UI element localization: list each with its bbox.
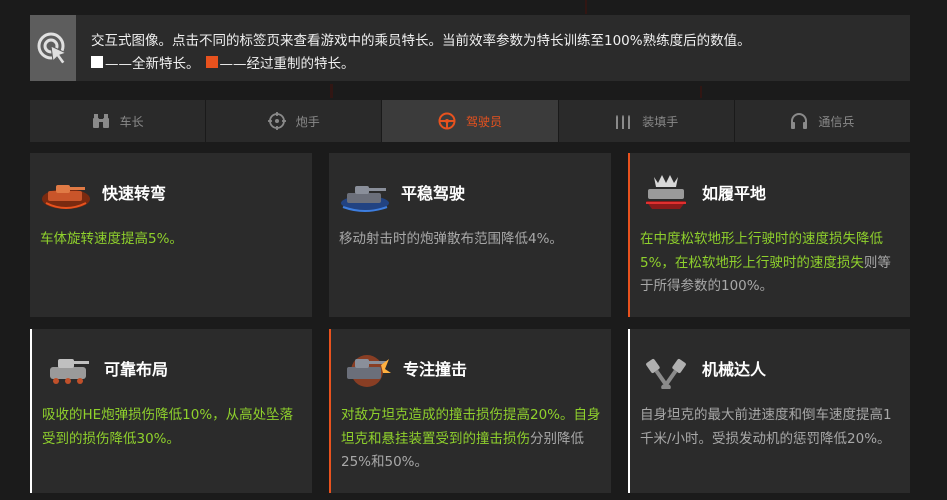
perk-title: 机械达人: [702, 360, 767, 379]
perk-title: 可靠布局: [104, 360, 169, 379]
pistons-icon: [646, 358, 686, 389]
crosshair-icon: [267, 112, 286, 130]
perk-effect-text: 车体旋转速度提高5%。: [40, 231, 183, 247]
crew-role-tabs: 车长 炮手 驾驶员 装填手 通信兵: [30, 100, 910, 142]
tab-label: 通信兵: [818, 114, 855, 129]
legend-new-text: ——全新特长。: [105, 56, 200, 72]
perk-title: 专注撞击: [403, 360, 468, 379]
info-legend: ——全新特长。 ——经过重制的特长。: [91, 52, 355, 72]
tab-loader[interactable]: 装填手: [559, 100, 735, 142]
perk-card-quick-turn[interactable]: 快速转弯 车体旋转速度提高5%。: [30, 153, 312, 317]
info-box: 交互式图像。点击不同的标签页来查看游戏中的乘员特长。当前效率参数为特长训练至10…: [30, 15, 910, 81]
perk-effect-text: 在中度松软地形上行驶时的速度损失降低5%，在松软地形上行驶时的速度损失: [640, 231, 883, 271]
tab-gunner[interactable]: 炮手: [206, 100, 383, 142]
new-perk-marker: [91, 56, 103, 68]
tank-turning-icon: [42, 185, 90, 209]
perk-description: 自身坦克的最大前进速度和倒车速度提高1千米/小时。受损发动机的惩罚降低20%。: [640, 404, 900, 451]
perk-card-reliable-layout[interactable]: 可靠布局 吸收的HE炮弹损伤降低10%，从高处坠落受到的损伤降低30%。: [30, 329, 312, 493]
perk-description: 在中度松软地形上行驶时的速度损失降低5%，在松软地形上行驶时的速度损失则等于所得…: [640, 228, 900, 299]
perk-effect-text: 吸收的HE炮弹损伤降低10%，从高处坠落受到的损伤降低30%。: [42, 407, 294, 447]
tank-armor-layout-icon: [50, 359, 89, 384]
tab-driver[interactable]: 驾驶员: [382, 100, 559, 142]
cursor-click-icon: [30, 15, 76, 81]
perk-description: 车体旋转速度提高5%。: [40, 228, 302, 252]
perk-card-smooth-ride[interactable]: 平稳驾驶 移动射击时的炮弹散布范围降低4%。: [329, 153, 611, 317]
perk-card-focused-ramming[interactable]: 专注撞击 对敌方坦克造成的撞击损伤提高20%。自身坦克和悬挂装置受到的撞击损伤分…: [329, 329, 611, 493]
perk-title: 平稳驾驶: [401, 184, 466, 203]
perk-title: 快速转弯: [102, 184, 167, 203]
tab-commander[interactable]: 车长: [30, 100, 207, 142]
tab-label: 车长: [119, 114, 144, 129]
legend-reworked-text: ——经过重制的特长。: [219, 56, 355, 72]
tab-label: 炮手: [295, 114, 320, 129]
tab-label: 装填手: [642, 114, 679, 129]
tab-label: 驾驶员: [466, 114, 503, 129]
shells-icon: [616, 115, 631, 129]
tank-ramming-icon: [347, 355, 391, 387]
tab-radio-operator[interactable]: 通信兵: [735, 100, 910, 142]
binoculars-icon: [92, 114, 109, 128]
reworked-perk-marker: [205, 56, 218, 68]
info-description: 交互式图像。点击不同的标签页来查看游戏中的乘员特长。当前效率参数为特长训练至10…: [91, 33, 751, 49]
perk-description: 移动射击时的炮弹散布范围降低4%。: [339, 228, 601, 252]
perk-card-off-road[interactable]: 如履平地 在中度松软地形上行驶时的速度损失降低5%，在松软地形上行驶时的速度损失…: [628, 153, 910, 317]
perk-title: 如履平地: [702, 184, 767, 203]
perk-description: 吸收的HE炮弹损伤降低10%，从高处坠落受到的损伤降低30%。: [42, 404, 302, 451]
perk-effect-text: 移动射击时的炮弹散布范围降低4%。: [339, 231, 563, 247]
perk-effect-text: 自身坦克的最大前进速度和倒车速度提高1千米/小时。受损发动机的惩罚降低20%。: [640, 407, 892, 447]
perk-description: 对敌方坦克造成的撞击损伤提高20%。自身坦克和悬挂装置受到的撞击损伤分别降低25…: [341, 404, 601, 475]
perk-card-mechanic[interactable]: 机械达人 自身坦克的最大前进速度和倒车速度提高1千米/小时。受损发动机的惩罚降低…: [628, 329, 910, 493]
tank-off-road-icon: [646, 175, 686, 209]
tank-smooth-ride-icon: [341, 186, 389, 212]
headphones-icon: [791, 113, 808, 129]
steering-wheel-icon: [438, 112, 456, 130]
